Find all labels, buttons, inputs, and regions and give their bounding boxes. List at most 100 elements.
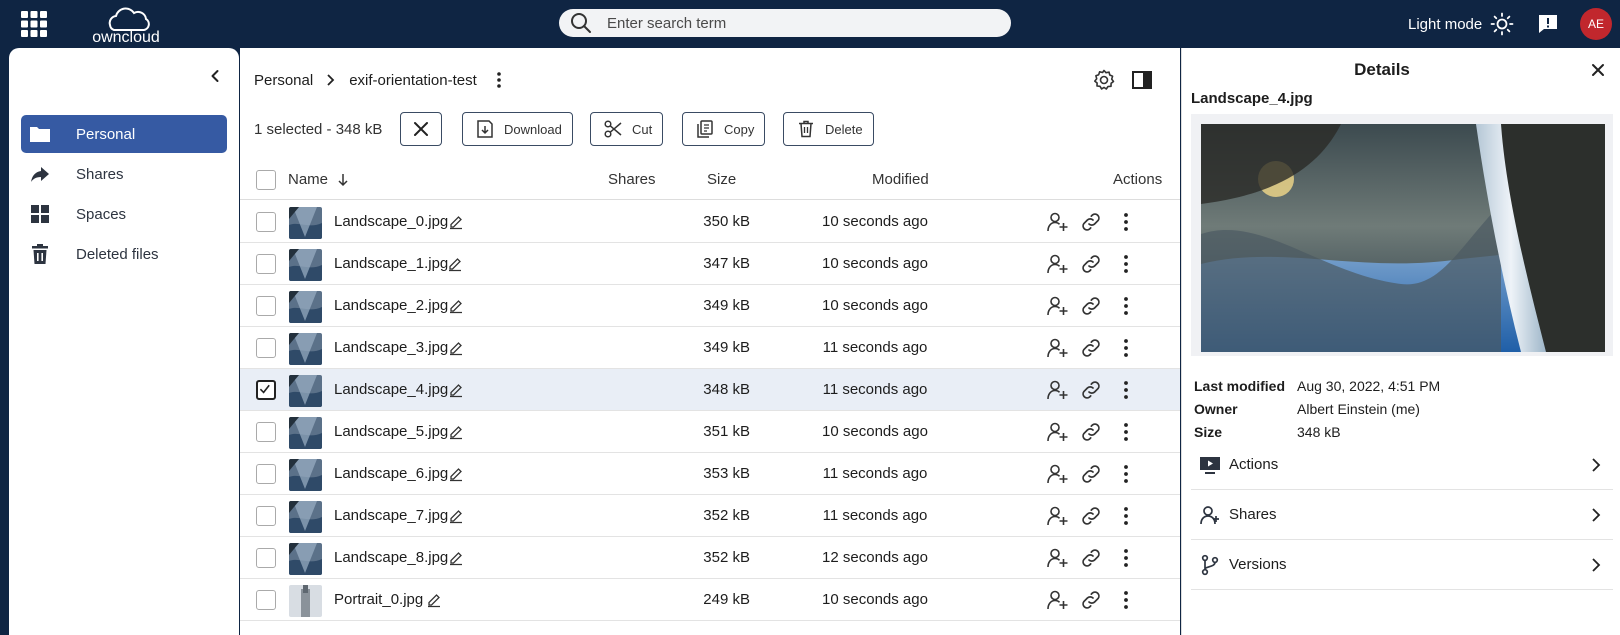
row-checkbox[interactable] — [256, 506, 276, 526]
add-share-icon[interactable] — [1045, 588, 1069, 612]
sidebar-item-deleted-files[interactable]: Deleted files — [21, 235, 227, 273]
add-share-icon[interactable] — [1045, 378, 1069, 402]
light-mode-toggle[interactable]: Light mode — [1408, 10, 1514, 38]
row-checkbox[interactable] — [256, 590, 276, 610]
user-avatar[interactable]: AE — [1580, 8, 1612, 40]
copy-button[interactable]: Copy — [682, 112, 766, 146]
pencil-edit-icon[interactable] — [448, 550, 464, 566]
search-input[interactable] — [607, 14, 987, 32]
row-checkbox[interactable] — [256, 548, 276, 568]
feedback-icon[interactable] — [1536, 12, 1560, 36]
row-checkbox[interactable] — [256, 422, 276, 442]
row-checkbox[interactable] — [256, 212, 276, 232]
table-row[interactable]: Landscape_3.jpg 349 kB 11 seconds ago — [240, 327, 1180, 369]
details-section-shares[interactable]: Shares — [1191, 490, 1613, 540]
pencil-edit-icon[interactable] — [448, 298, 464, 314]
link-icon[interactable] — [1079, 336, 1103, 360]
row-checkbox[interactable] — [256, 296, 276, 316]
close-icon[interactable] — [1588, 60, 1608, 80]
breadcrumb-current-folder[interactable]: exif-orientation-test — [349, 72, 477, 89]
sort-by-name[interactable]: Name — [288, 171, 350, 188]
pencil-edit-icon[interactable] — [448, 214, 464, 230]
add-share-icon[interactable] — [1045, 210, 1069, 234]
more-vertical-icon[interactable] — [1114, 504, 1138, 528]
sidebar-item-personal[interactable]: Personal — [21, 115, 227, 153]
table-row[interactable]: Landscape_5.jpg 351 kB 10 seconds ago — [240, 411, 1180, 453]
details-section-actions[interactable]: Actions — [1191, 440, 1613, 490]
settings-gear-icon[interactable] — [1092, 68, 1116, 92]
file-thumbnail[interactable] — [289, 501, 322, 533]
search-bar[interactable] — [559, 9, 1011, 37]
link-icon[interactable] — [1079, 294, 1103, 318]
toggle-details-panel-icon[interactable] — [1131, 69, 1153, 91]
table-row[interactable]: Landscape_0.jpg 350 kB 10 seconds ago — [240, 201, 1180, 243]
link-icon[interactable] — [1079, 420, 1103, 444]
more-vertical-icon[interactable] — [1114, 588, 1138, 612]
file-thumbnail[interactable] — [289, 543, 322, 575]
table-row[interactable]: Landscape_7.jpg 352 kB 11 seconds ago — [240, 495, 1180, 537]
link-icon[interactable] — [1079, 504, 1103, 528]
add-share-icon[interactable] — [1045, 462, 1069, 486]
add-share-icon[interactable] — [1045, 420, 1069, 444]
more-vertical-icon[interactable] — [1114, 210, 1138, 234]
row-checkbox[interactable] — [256, 254, 276, 274]
owncloud-logo[interactable]: owncloud — [82, 3, 170, 45]
delete-button[interactable]: Delete — [783, 112, 874, 146]
clear-selection-button[interactable] — [400, 112, 442, 146]
pencil-edit-icon[interactable] — [448, 382, 464, 398]
pencil-edit-icon[interactable] — [447, 256, 463, 272]
modified-header[interactable]: Modified — [872, 171, 929, 188]
pencil-edit-icon[interactable] — [448, 508, 464, 524]
file-name[interactable]: Landscape_2.jpg — [334, 297, 448, 314]
link-icon[interactable] — [1079, 252, 1103, 276]
table-row[interactable]: Landscape_1.jpg 347 kB 10 seconds ago — [240, 243, 1180, 285]
row-checkbox[interactable] — [256, 338, 276, 358]
table-row[interactable]: Landscape_6.jpg 353 kB 11 seconds ago — [240, 453, 1180, 495]
sidebar-item-shares[interactable]: Shares — [21, 155, 227, 193]
more-vertical-icon[interactable] — [1114, 546, 1138, 570]
app-switcher-icon[interactable] — [20, 10, 48, 38]
download-button[interactable]: Download — [462, 112, 573, 146]
table-row[interactable]: Landscape_8.jpg 352 kB 12 seconds ago — [240, 537, 1180, 579]
file-name[interactable]: Landscape_7.jpg — [334, 507, 448, 524]
more-vertical-icon[interactable] — [1114, 294, 1138, 318]
add-share-icon[interactable] — [1045, 252, 1069, 276]
file-thumbnail[interactable] — [289, 333, 322, 365]
file-thumbnail[interactable] — [289, 291, 322, 323]
file-name[interactable]: Landscape_5.jpg — [334, 423, 448, 440]
pencil-edit-icon[interactable] — [448, 424, 464, 440]
table-row[interactable]: Landscape_2.jpg 349 kB 10 seconds ago — [240, 285, 1180, 327]
row-checkbox[interactable] — [256, 464, 276, 484]
link-icon[interactable] — [1079, 588, 1103, 612]
file-name[interactable]: Landscape_8.jpg — [334, 549, 448, 566]
more-vertical-icon[interactable] — [1114, 252, 1138, 276]
select-all-checkbox[interactable] — [256, 170, 276, 190]
size-header[interactable]: Size — [707, 171, 736, 188]
file-thumbnail[interactable] — [289, 417, 322, 449]
file-name[interactable]: Portrait_0.jpg — [334, 591, 423, 608]
file-thumbnail[interactable] — [289, 207, 322, 239]
shares-header[interactable]: Shares — [608, 171, 656, 188]
more-vertical-icon[interactable] — [489, 70, 509, 90]
file-thumbnail[interactable] — [289, 459, 322, 491]
file-name[interactable]: Landscape_3.jpg — [334, 339, 448, 356]
more-vertical-icon[interactable] — [1114, 336, 1138, 360]
file-thumbnail[interactable] — [289, 249, 322, 281]
details-section-versions[interactable]: Versions — [1191, 540, 1613, 590]
row-checkbox[interactable] — [256, 380, 276, 400]
file-thumbnail[interactable] — [289, 375, 322, 407]
collapse-sidebar-icon[interactable] — [205, 66, 225, 86]
file-name[interactable]: Landscape_0.jpg — [334, 213, 448, 230]
add-share-icon[interactable] — [1045, 294, 1069, 318]
table-row[interactable]: Portrait_0.jpg 249 kB 10 seconds ago — [240, 579, 1180, 621]
breadcrumb-personal[interactable]: Personal — [254, 72, 313, 89]
pencil-edit-icon[interactable] — [448, 466, 464, 482]
file-name[interactable]: Landscape_1.jpg — [334, 255, 448, 272]
pencil-edit-icon[interactable] — [448, 340, 464, 356]
file-name[interactable]: Landscape_6.jpg — [334, 465, 448, 482]
add-share-icon[interactable] — [1045, 336, 1069, 360]
file-thumbnail[interactable] — [289, 585, 322, 617]
more-vertical-icon[interactable] — [1114, 462, 1138, 486]
link-icon[interactable] — [1079, 378, 1103, 402]
cut-button[interactable]: Cut — [590, 112, 664, 146]
